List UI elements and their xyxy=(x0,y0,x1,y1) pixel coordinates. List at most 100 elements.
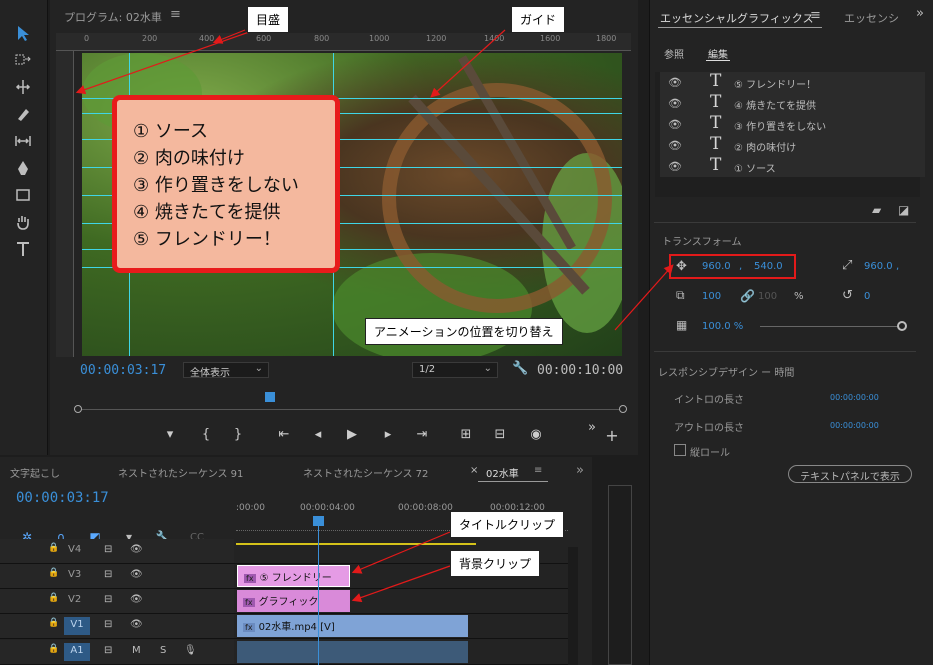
lock-icon[interactable]: 🔒 xyxy=(48,644,59,654)
video-clip[interactable]: fx 02水車.mp4 [V] xyxy=(237,615,468,637)
rectangle-tool-icon[interactable] xyxy=(8,184,38,206)
layer-item[interactable]: 👁 T ① ソース xyxy=(660,155,925,177)
slip-tool-icon[interactable] xyxy=(8,130,38,152)
ripple-edit-tool-icon[interactable] xyxy=(8,76,38,98)
visibility-eye-icon[interactable]: 👁 xyxy=(668,118,682,131)
wrench-icon[interactable]: 🔧 xyxy=(512,361,528,376)
resolution-value: 1/2 xyxy=(419,364,436,375)
sync-lock-icon[interactable]: ⊟ xyxy=(104,645,112,656)
sync-lock-icon[interactable]: ⊟ xyxy=(104,594,112,605)
layer-item[interactable]: 👁 T ② 肉の味付け xyxy=(660,134,925,156)
mark-out-icon[interactable]: } xyxy=(228,427,248,442)
title-graphic[interactable]: ① ソース ② 肉の味付け ③ 作り置きをしない ④ 焼きたてを提供 ⑤ フレン… xyxy=(112,95,340,273)
a1-source-patch[interactable]: A1 xyxy=(64,643,90,661)
sequence-timecode[interactable]: 00:00:03:17 xyxy=(16,490,109,506)
layer-item[interactable]: 👁 T ④ 焼きたてを提供 xyxy=(660,92,925,114)
track-select-tool-icon[interactable] xyxy=(8,49,38,71)
hand-tool-icon[interactable] xyxy=(8,211,38,233)
sync-lock-icon[interactable]: ⊟ xyxy=(104,569,112,580)
anchor-x-value[interactable]: 960.0 xyxy=(864,261,893,272)
add-marker-icon[interactable]: ▾ xyxy=(160,427,180,442)
eye-icon[interactable]: 👁 xyxy=(130,544,143,555)
video-frame[interactable]: ① ソース ② 肉の味付け ③ 作り置きをしない ④ 焼きたてを提供 ⑤ フレン… xyxy=(82,53,622,356)
opacity-value[interactable]: 100.0 % xyxy=(702,321,743,332)
sync-lock-icon[interactable]: ⊟ xyxy=(104,544,112,555)
export-frame-icon[interactable]: ◉ xyxy=(526,427,546,442)
layer-name: ④ 焼きたてを提供 xyxy=(734,101,816,112)
extract-icon[interactable]: ⊟ xyxy=(490,427,510,442)
text-layer-icon: T xyxy=(710,113,722,133)
audio-clip[interactable] xyxy=(237,641,468,663)
eye-icon[interactable]: 👁 xyxy=(130,594,143,605)
lock-icon[interactable]: 🔒 xyxy=(48,593,59,603)
pen-tool-icon[interactable] xyxy=(8,157,38,179)
rotation-value[interactable]: 0 xyxy=(864,291,870,302)
text-panel-button[interactable]: テキストパネルで表示 xyxy=(788,465,912,483)
tab-transcript[interactable]: 文字起こし xyxy=(10,465,60,480)
layer-item[interactable]: 👁 T ③ 作り置きをしない xyxy=(660,113,925,135)
lock-icon[interactable]: 🔒 xyxy=(48,568,59,578)
tab-nested-91[interactable]: ネストされたシーケンス 91 xyxy=(118,465,243,480)
scrub-bar[interactable] xyxy=(74,392,627,418)
intro-value[interactable]: 00:00:00:00 xyxy=(830,393,879,402)
mute-button[interactable]: M xyxy=(132,645,141,656)
eye-icon[interactable]: 👁 xyxy=(130,569,143,580)
visibility-eye-icon[interactable]: 👁 xyxy=(668,139,682,152)
vertical-scrollbar[interactable] xyxy=(568,547,578,665)
go-to-in-icon[interactable]: ⇤ xyxy=(274,427,294,442)
step-forward-icon[interactable]: ▸ xyxy=(378,427,398,442)
link-scale-icon[interactable]: 🔗 xyxy=(740,289,755,303)
time-ruler-label: 00:00:04:00 xyxy=(300,503,355,513)
tab-nested-72[interactable]: ネストされたシーケンス 72 xyxy=(303,465,428,480)
eye-icon[interactable]: 👁 xyxy=(130,619,143,630)
tab-essential-sound[interactable]: エッセンシ xyxy=(844,10,899,26)
play-icon[interactable]: ▶ xyxy=(342,427,362,442)
mark-in-icon[interactable]: { xyxy=(196,427,216,442)
timeline-menu-icon[interactable]: ≡ xyxy=(534,465,542,476)
timeline-more-icon[interactable]: » xyxy=(576,463,584,478)
lift-icon[interactable]: ⊞ xyxy=(456,427,476,442)
go-to-out-icon[interactable]: ⇥ xyxy=(412,427,432,442)
ruler-tick: 0 xyxy=(84,34,90,43)
visibility-eye-icon[interactable]: 👁 xyxy=(668,76,682,89)
playhead-marker[interactable] xyxy=(265,392,275,402)
v1-source-patch[interactable]: V1 xyxy=(64,617,90,635)
opacity-slider-handle[interactable] xyxy=(897,321,907,331)
scale-value[interactable]: 100 xyxy=(702,291,721,302)
title-clip[interactable]: fx ⑤ フレンドリー xyxy=(237,565,350,587)
ruler-tick: 1800 xyxy=(596,34,617,43)
new-layer-icon[interactable]: ◪ xyxy=(898,203,909,217)
add-button-icon[interactable]: + xyxy=(602,426,622,445)
solo-button[interactable]: S xyxy=(160,645,166,656)
tab-browse[interactable]: 参照 xyxy=(664,46,684,61)
new-folder-icon[interactable]: ▰ xyxy=(872,203,881,217)
panel-menu-icon[interactable]: ≡ xyxy=(810,8,821,23)
tab-essential-graphics[interactable]: エッセンシャルグラフィックス xyxy=(660,10,813,26)
tab-sequence[interactable]: 02水車 xyxy=(486,465,519,480)
razor-tool-icon[interactable] xyxy=(8,103,38,125)
program-menu-icon[interactable]: ≡ xyxy=(170,7,181,22)
outro-value[interactable]: 00:00:00:00 xyxy=(830,421,879,430)
guide-callout: ガイド xyxy=(511,6,566,33)
resolution-select[interactable]: 1/2 ⌄ xyxy=(412,362,498,378)
fx-badge: fx xyxy=(244,574,256,583)
selection-tool-icon[interactable] xyxy=(8,22,38,44)
type-tool-icon[interactable] xyxy=(8,238,38,260)
visibility-eye-icon[interactable]: 👁 xyxy=(668,97,682,110)
opacity-slider[interactable] xyxy=(760,326,902,327)
playhead-timecode[interactable]: 00:00:03:17 xyxy=(80,363,166,378)
lock-icon[interactable]: 🔒 xyxy=(48,543,59,553)
more-controls-icon[interactable]: » xyxy=(582,420,602,435)
lock-icon[interactable]: 🔒 xyxy=(48,618,59,628)
panel-more-icon[interactable]: » xyxy=(916,6,924,21)
voiceover-mic-icon[interactable]: 🎙 xyxy=(184,645,197,656)
graphic-clip[interactable]: fx グラフィック xyxy=(237,590,350,612)
visibility-eye-icon[interactable]: 👁 xyxy=(668,160,682,173)
layer-item[interactable]: 👁 T ⑤ フレンドリー！ xyxy=(660,71,925,93)
sync-lock-icon[interactable]: ⊟ xyxy=(104,619,112,630)
tab-edit[interactable]: 編集 xyxy=(708,46,728,61)
tab-close-icon[interactable]: × xyxy=(470,465,478,476)
zoom-select[interactable]: 全体表示 ⌄ xyxy=(183,362,269,379)
roll-checkbox[interactable] xyxy=(674,444,686,456)
step-back-icon[interactable]: ◂ xyxy=(308,427,328,442)
